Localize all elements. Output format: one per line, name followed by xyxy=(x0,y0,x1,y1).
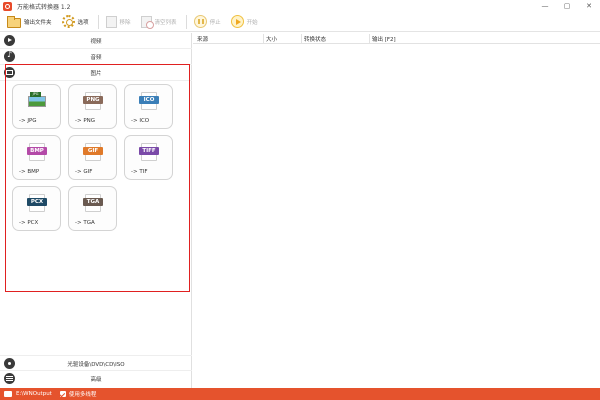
window-title: 万能格式转换器 1.2 xyxy=(17,3,71,11)
category-audio[interactable]: 音频 xyxy=(0,49,192,65)
toolbar-separator xyxy=(97,14,99,29)
jpg-badge: JPG xyxy=(30,92,41,97)
format-tile-tif[interactable]: TIFF -> TIF xyxy=(124,135,173,180)
category-video[interactable]: 视频 xyxy=(0,33,192,49)
multithread-checkbox[interactable] xyxy=(59,391,66,397)
status-bar: E:\WNOutput 使用多线程 xyxy=(0,388,600,400)
multithread-label: 使用多线程 xyxy=(68,392,97,398)
title-bar: 万能格式转换器 1.2 — ▢ ✕ xyxy=(0,0,600,12)
remove-label: 移除 xyxy=(119,19,131,26)
image-formats-section: JPG -> JPG PNG -> PNG ICO -> ICO BMP -> … xyxy=(5,64,190,292)
format-tile-pcx[interactable]: PCX -> PCX xyxy=(12,186,61,231)
toolbar: 输出文件夹 选项 移除 清空列表 停止 开始 xyxy=(0,12,600,32)
png-file-icon: PNG xyxy=(83,92,103,110)
category-advanced[interactable]: 高级 xyxy=(0,371,192,387)
clear-list-button[interactable]: 清空列表 xyxy=(138,13,180,31)
minimize-button[interactable]: — xyxy=(534,0,556,12)
stop-label: 停止 xyxy=(209,19,221,26)
play-icon xyxy=(230,15,244,28)
column-divider[interactable] xyxy=(263,34,264,43)
format-label: -> TIF xyxy=(131,169,148,175)
format-tile-png[interactable]: PNG -> PNG xyxy=(68,84,117,129)
remove-file-icon xyxy=(105,15,117,28)
format-label: -> PNG xyxy=(75,118,96,124)
png-badge: PNG xyxy=(83,96,103,104)
ico-file-icon: ICO xyxy=(139,92,159,110)
format-label: -> PCX xyxy=(19,220,39,226)
format-label: -> ICO xyxy=(131,118,150,124)
tiff-file-icon: TIFF xyxy=(139,143,159,161)
column-source[interactable]: 来源 xyxy=(197,35,208,43)
format-tile-tga[interactable]: TGA -> TGA xyxy=(68,186,117,231)
ico-badge: ICO xyxy=(139,96,159,104)
format-label: -> JPG xyxy=(19,118,37,124)
start-label: 开始 xyxy=(246,19,258,26)
toolbar-separator xyxy=(185,14,187,29)
tga-badge: TGA xyxy=(83,198,103,206)
file-list-header: 来源 大小 转换状态 输出 [F2] xyxy=(193,33,600,44)
clear-list-label: 清空列表 xyxy=(154,19,177,26)
column-size[interactable]: 大小 xyxy=(266,35,277,43)
stop-button[interactable]: 停止 xyxy=(191,13,224,31)
category-label: 音频 xyxy=(90,55,102,61)
pcx-file-icon: PCX xyxy=(27,194,47,212)
tga-file-icon: TGA xyxy=(83,194,103,212)
column-output[interactable]: 输出 [F2] xyxy=(372,35,396,43)
window-controls: — ▢ ✕ xyxy=(534,0,600,12)
format-label: -> TGA xyxy=(75,220,95,226)
category-label: 光驱设备\DVD\CD\ISO xyxy=(67,362,125,368)
app-logo-icon xyxy=(3,1,12,11)
jpg-file-icon: JPG xyxy=(27,92,47,110)
pcx-badge: PCX xyxy=(27,198,47,206)
maximize-button[interactable]: ▢ xyxy=(556,0,578,12)
gif-badge: GIF xyxy=(83,147,103,155)
format-label: -> BMP xyxy=(19,169,40,175)
close-button[interactable]: ✕ xyxy=(578,0,600,12)
gif-file-icon: GIF xyxy=(83,143,103,161)
options-label: 选项 xyxy=(77,19,89,26)
remove-button[interactable]: 移除 xyxy=(103,13,134,31)
format-tile-gif[interactable]: GIF -> GIF xyxy=(68,135,117,180)
bmp-badge: BMP xyxy=(27,147,47,155)
category-label: 高级 xyxy=(90,377,102,383)
column-status[interactable]: 转换状态 xyxy=(304,35,326,43)
format-tile-ico[interactable]: ICO -> ICO xyxy=(124,84,173,129)
bmp-file-icon: BMP xyxy=(27,143,47,161)
format-tile-bmp[interactable]: BMP -> BMP xyxy=(12,135,61,180)
tiff-badge: TIFF xyxy=(139,147,159,155)
pause-icon xyxy=(193,15,207,28)
category-label: 视频 xyxy=(90,39,102,45)
file-list-panel[interactable]: 来源 大小 转换状态 输出 [F2] xyxy=(193,33,600,388)
folder-icon xyxy=(7,15,21,28)
column-divider[interactable] xyxy=(301,34,302,43)
clear-list-icon xyxy=(140,15,154,29)
output-path[interactable]: E:\WNOutput xyxy=(16,391,52,397)
column-divider[interactable] xyxy=(369,34,370,43)
output-folder-icon[interactable] xyxy=(4,391,12,397)
category-disc[interactable]: 光驱设备\DVD\CD\ISO xyxy=(0,355,192,371)
start-button[interactable]: 开始 xyxy=(228,13,261,31)
options-button[interactable]: 选项 xyxy=(59,13,92,31)
format-label: -> GIF xyxy=(75,169,93,175)
format-tile-jpg[interactable]: JPG -> JPG xyxy=(12,84,61,129)
output-folder-button[interactable]: 输出文件夹 xyxy=(4,13,55,31)
output-folder-label: 输出文件夹 xyxy=(24,19,52,26)
gear-icon xyxy=(61,15,75,28)
